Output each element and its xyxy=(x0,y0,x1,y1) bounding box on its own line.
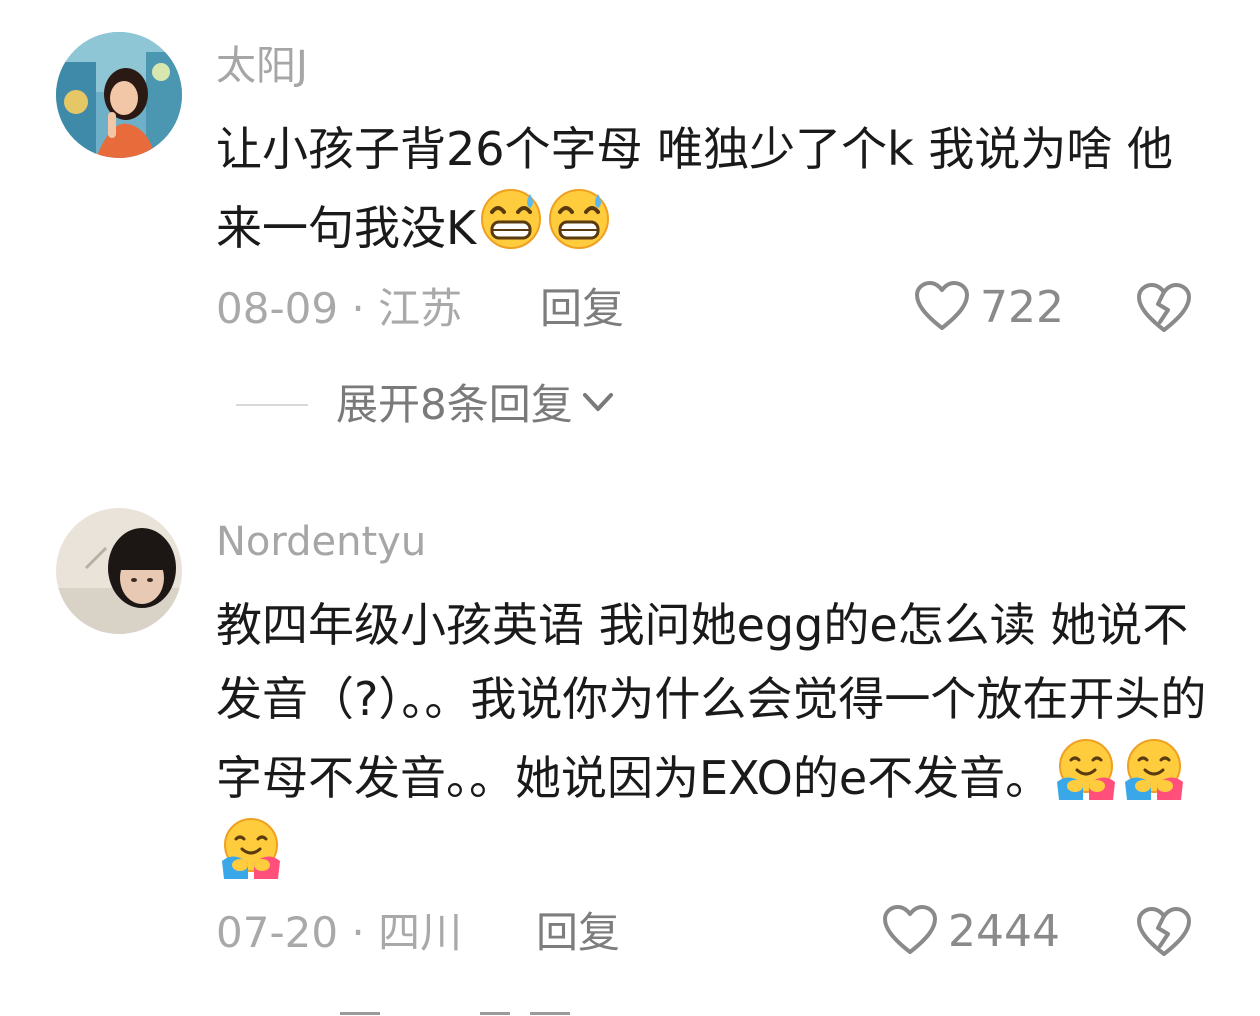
comment-text: 让小孩子背26个字母 唯独少了个k 我说为啥 他来一句我没K xyxy=(216,112,1216,265)
avatar[interactable] xyxy=(56,32,182,158)
comment-location: 江苏 xyxy=(378,284,463,333)
avatar[interactable] xyxy=(56,508,182,634)
like-button[interactable]: 722 xyxy=(914,280,1064,336)
comment-date: 07-20 xyxy=(216,908,339,957)
expand-divider xyxy=(236,404,308,406)
username[interactable]: 太阳J xyxy=(216,46,308,86)
expand-replies-label: 展开8条回复 xyxy=(336,380,573,429)
like-count: 2444 xyxy=(948,906,1060,957)
username[interactable]: Nordentyu xyxy=(216,522,426,562)
cut-off-expand-replies xyxy=(340,1008,600,1016)
reply-button[interactable]: 回复 xyxy=(540,288,624,330)
comment-meta: 07-20 · 四川 xyxy=(216,912,462,954)
meta-separator: · xyxy=(351,908,379,957)
hugging-face-emoji xyxy=(1053,736,1119,802)
comment-location: 四川 xyxy=(378,908,463,957)
like-button[interactable]: 2444 xyxy=(882,904,1060,960)
broken-heart-icon xyxy=(1136,283,1192,338)
like-count: 722 xyxy=(980,282,1064,333)
comment-text: 教四年级小孩英语 我问她egg的e怎么读 她说不发音（?）。。我说你为什么会觉得… xyxy=(216,588,1216,894)
comment-text-content: 让小孩子背26个字母 唯独少了个k 我说为啥 他来一句我没K xyxy=(216,122,1174,255)
expand-replies-button[interactable]: 展开8条回复 xyxy=(236,384,615,426)
comment-item: Nordentyu 教四年级小孩英语 我问她egg的e怎么读 她说不发音（?）。… xyxy=(0,470,1260,1016)
heart-icon xyxy=(914,280,970,336)
comment-date: 08-09 xyxy=(216,284,339,333)
comment-meta: 08-09 · 江苏 xyxy=(216,288,462,330)
comment-item: 太阳J 让小孩子背26个字母 唯独少了个k 我说为啥 他来一句我没K 08-09… xyxy=(0,0,1260,470)
meta-separator: · xyxy=(351,284,379,333)
avatar-image xyxy=(56,32,182,158)
dislike-button[interactable] xyxy=(1136,906,1192,962)
broken-heart-icon xyxy=(1136,907,1192,962)
hugging-face-emoji xyxy=(218,815,284,881)
avatar-image xyxy=(56,508,182,634)
chevron-down-icon xyxy=(581,391,615,419)
reply-button[interactable]: 回复 xyxy=(536,912,620,954)
dislike-button[interactable] xyxy=(1136,282,1192,338)
sweat-grin-emoji xyxy=(546,186,612,252)
sweat-grin-emoji xyxy=(478,186,544,252)
heart-icon xyxy=(882,904,938,960)
hugging-face-emoji xyxy=(1121,736,1187,802)
